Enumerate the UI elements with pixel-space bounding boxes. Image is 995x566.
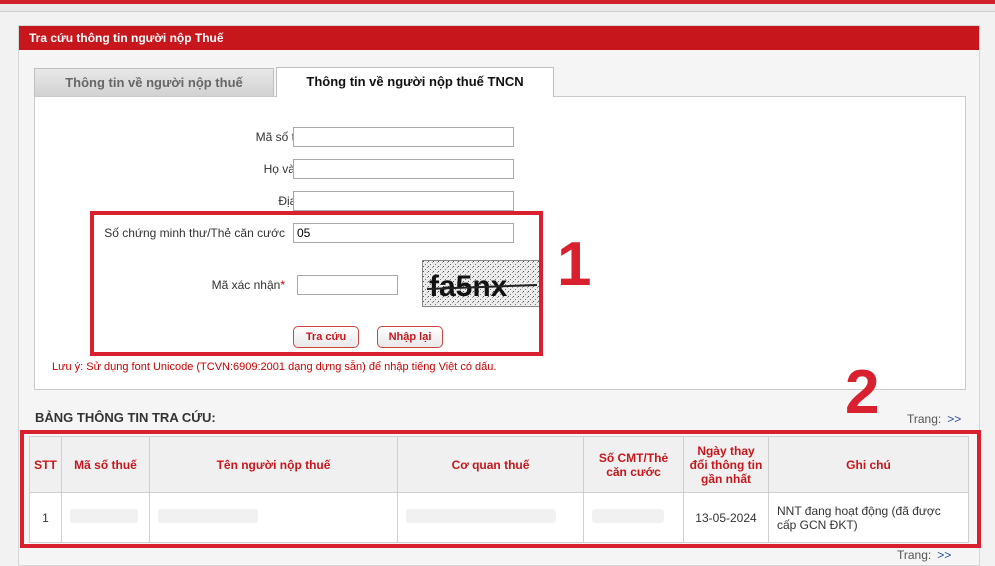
pager-bottom-next-link[interactable]: >> [937,548,951,562]
address-input[interactable] [293,191,514,211]
top-grey-bar [0,4,995,12]
annotation-number-1: 1 [557,230,592,299]
pager-top-label: Trang: [907,412,942,426]
tax-code-input[interactable] [293,127,514,147]
annotation-box-1 [90,211,543,356]
full-name-input[interactable] [293,159,514,179]
panel-title: Tra cứu thông tin người nộp Thuế [19,26,979,50]
annotation-box-2 [20,430,981,548]
pager-bottom-label: Trang: [897,548,932,562]
pager-top: Trang: >> [907,412,961,426]
pager-bottom: Trang: >> [897,548,951,562]
annotation-number-2: 2 [845,358,880,427]
unicode-note: Lưu ý: Sử dụng font Unicode (TCVN:6909:2… [52,361,497,373]
pager-top-next-link[interactable]: >> [947,412,961,426]
tab-taxpayer-info[interactable]: Thông tin về người nộp thuế [34,68,274,96]
browser-top-strip [0,0,995,12]
results-title: BẢNG THÔNG TIN TRA CỨU: [35,410,216,425]
tab-personal-income-taxpayer-info[interactable]: Thông tin về người nộp thuế TNCN [276,67,554,97]
